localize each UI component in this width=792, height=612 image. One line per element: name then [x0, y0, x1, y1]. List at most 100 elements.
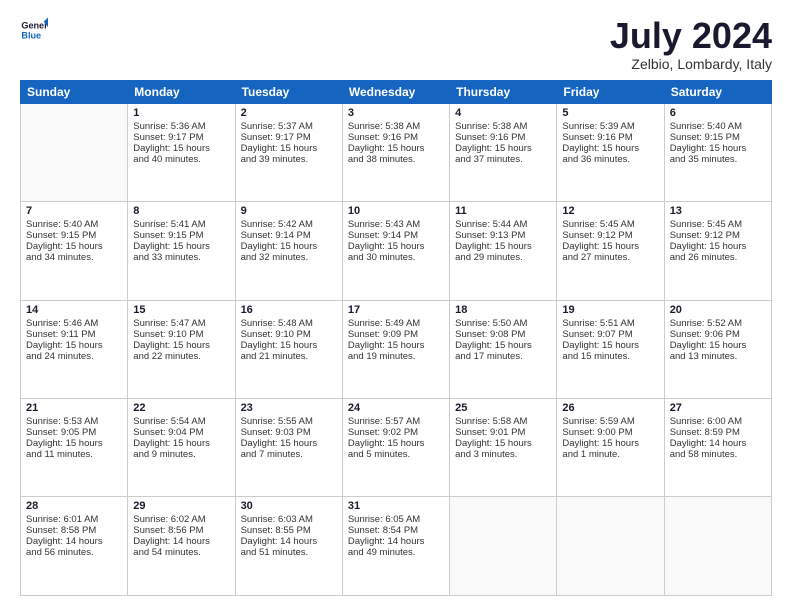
cell-text: Daylight: 15 hours: [26, 340, 122, 351]
calendar-header-cell: Wednesday: [342, 80, 449, 103]
day-number: 12: [562, 205, 658, 217]
cell-text: and 36 minutes.: [562, 154, 658, 165]
cell-text: Sunset: 8:59 PM: [670, 427, 766, 438]
cell-text: Sunset: 9:14 PM: [241, 230, 337, 241]
calendar-cell: 9Sunrise: 5:42 AMSunset: 9:14 PMDaylight…: [235, 202, 342, 300]
logo: General Blue: [20, 16, 48, 44]
cell-text: Sunrise: 5:36 AM: [133, 121, 229, 132]
cell-text: and 3 minutes.: [455, 449, 551, 460]
cell-text: Sunrise: 5:41 AM: [133, 219, 229, 230]
cell-text: Sunset: 9:17 PM: [241, 132, 337, 143]
calendar-cell: 25Sunrise: 5:58 AMSunset: 9:01 PMDayligh…: [450, 399, 557, 497]
calendar-cell: 3Sunrise: 5:38 AMSunset: 9:16 PMDaylight…: [342, 103, 449, 201]
cell-text: and 32 minutes.: [241, 252, 337, 263]
cell-text: Sunset: 9:09 PM: [348, 329, 444, 340]
calendar-cell: 5Sunrise: 5:39 AMSunset: 9:16 PMDaylight…: [557, 103, 664, 201]
cell-text: Daylight: 15 hours: [241, 241, 337, 252]
day-number: 8: [133, 205, 229, 217]
cell-text: and 24 minutes.: [26, 351, 122, 362]
calendar-cell: 20Sunrise: 5:52 AMSunset: 9:06 PMDayligh…: [664, 300, 771, 398]
cell-text: and 54 minutes.: [133, 547, 229, 558]
cell-text: Daylight: 15 hours: [26, 438, 122, 449]
cell-text: and 51 minutes.: [241, 547, 337, 558]
day-number: 4: [455, 107, 551, 119]
cell-text: Sunset: 9:15 PM: [133, 230, 229, 241]
cell-text: and 30 minutes.: [348, 252, 444, 263]
day-number: 30: [241, 500, 337, 512]
cell-text: Daylight: 15 hours: [348, 340, 444, 351]
calendar-week-row: 21Sunrise: 5:53 AMSunset: 9:05 PMDayligh…: [21, 399, 772, 497]
day-number: 7: [26, 205, 122, 217]
cell-text: Sunrise: 5:40 AM: [670, 121, 766, 132]
cell-text: Sunset: 9:16 PM: [348, 132, 444, 143]
cell-text: and 34 minutes.: [26, 252, 122, 263]
cell-text: Sunrise: 6:00 AM: [670, 416, 766, 427]
day-number: 5: [562, 107, 658, 119]
cell-text: Daylight: 15 hours: [455, 340, 551, 351]
day-number: 21: [26, 402, 122, 414]
cell-text: Daylight: 15 hours: [455, 143, 551, 154]
svg-text:General: General: [21, 21, 48, 31]
cell-text: and 7 minutes.: [241, 449, 337, 460]
cell-text: Sunrise: 5:59 AM: [562, 416, 658, 427]
day-number: 2: [241, 107, 337, 119]
cell-text: Sunrise: 5:44 AM: [455, 219, 551, 230]
cell-text: Sunrise: 5:47 AM: [133, 318, 229, 329]
day-number: 11: [455, 205, 551, 217]
location: Zelbio, Lombardy, Italy: [610, 56, 772, 72]
cell-text: Daylight: 15 hours: [670, 241, 766, 252]
calendar-table: SundayMondayTuesdayWednesdayThursdayFrid…: [20, 80, 772, 596]
cell-text: Daylight: 15 hours: [670, 340, 766, 351]
calendar-header-cell: Monday: [128, 80, 235, 103]
cell-text: Sunset: 9:02 PM: [348, 427, 444, 438]
cell-text: Sunrise: 6:05 AM: [348, 514, 444, 525]
cell-text: Sunrise: 5:58 AM: [455, 416, 551, 427]
cell-text: and 11 minutes.: [26, 449, 122, 460]
logo-icon: General Blue: [20, 16, 48, 44]
calendar-cell: [557, 497, 664, 596]
cell-text: and 27 minutes.: [562, 252, 658, 263]
cell-text: Daylight: 14 hours: [348, 536, 444, 547]
calendar-cell: 19Sunrise: 5:51 AMSunset: 9:07 PMDayligh…: [557, 300, 664, 398]
calendar-cell: 26Sunrise: 5:59 AMSunset: 9:00 PMDayligh…: [557, 399, 664, 497]
calendar-cell: 14Sunrise: 5:46 AMSunset: 9:11 PMDayligh…: [21, 300, 128, 398]
month-title: July 2024: [610, 16, 772, 56]
cell-text: Daylight: 15 hours: [348, 438, 444, 449]
cell-text: Sunset: 9:17 PM: [133, 132, 229, 143]
calendar-header-cell: Saturday: [664, 80, 771, 103]
cell-text: Daylight: 14 hours: [241, 536, 337, 547]
cell-text: Sunrise: 5:49 AM: [348, 318, 444, 329]
calendar-cell: 18Sunrise: 5:50 AMSunset: 9:08 PMDayligh…: [450, 300, 557, 398]
cell-text: Sunrise: 5:55 AM: [241, 416, 337, 427]
calendar-week-row: 1Sunrise: 5:36 AMSunset: 9:17 PMDaylight…: [21, 103, 772, 201]
cell-text: Sunset: 9:16 PM: [562, 132, 658, 143]
calendar-cell: 6Sunrise: 5:40 AMSunset: 9:15 PMDaylight…: [664, 103, 771, 201]
cell-text: Sunset: 9:05 PM: [26, 427, 122, 438]
cell-text: Sunset: 9:04 PM: [133, 427, 229, 438]
cell-text: Daylight: 14 hours: [133, 536, 229, 547]
calendar-cell: 22Sunrise: 5:54 AMSunset: 9:04 PMDayligh…: [128, 399, 235, 497]
cell-text: Sunrise: 6:02 AM: [133, 514, 229, 525]
cell-text: Daylight: 15 hours: [455, 241, 551, 252]
cell-text: Sunset: 8:55 PM: [241, 525, 337, 536]
day-number: 14: [26, 304, 122, 316]
calendar-cell: 10Sunrise: 5:43 AMSunset: 9:14 PMDayligh…: [342, 202, 449, 300]
calendar-cell: 17Sunrise: 5:49 AMSunset: 9:09 PMDayligh…: [342, 300, 449, 398]
cell-text: and 56 minutes.: [26, 547, 122, 558]
cell-text: and 38 minutes.: [348, 154, 444, 165]
calendar-cell: 15Sunrise: 5:47 AMSunset: 9:10 PMDayligh…: [128, 300, 235, 398]
cell-text: and 13 minutes.: [670, 351, 766, 362]
cell-text: Sunrise: 5:52 AM: [670, 318, 766, 329]
cell-text: Sunrise: 5:50 AM: [455, 318, 551, 329]
calendar-header-row: SundayMondayTuesdayWednesdayThursdayFrid…: [21, 80, 772, 103]
cell-text: Sunrise: 5:57 AM: [348, 416, 444, 427]
day-number: 24: [348, 402, 444, 414]
cell-text: Daylight: 15 hours: [562, 241, 658, 252]
day-number: 16: [241, 304, 337, 316]
cell-text: Sunrise: 5:45 AM: [670, 219, 766, 230]
cell-text: and 5 minutes.: [348, 449, 444, 460]
cell-text: Daylight: 15 hours: [562, 438, 658, 449]
calendar-cell: 12Sunrise: 5:45 AMSunset: 9:12 PMDayligh…: [557, 202, 664, 300]
day-number: 20: [670, 304, 766, 316]
cell-text: Sunset: 9:10 PM: [241, 329, 337, 340]
